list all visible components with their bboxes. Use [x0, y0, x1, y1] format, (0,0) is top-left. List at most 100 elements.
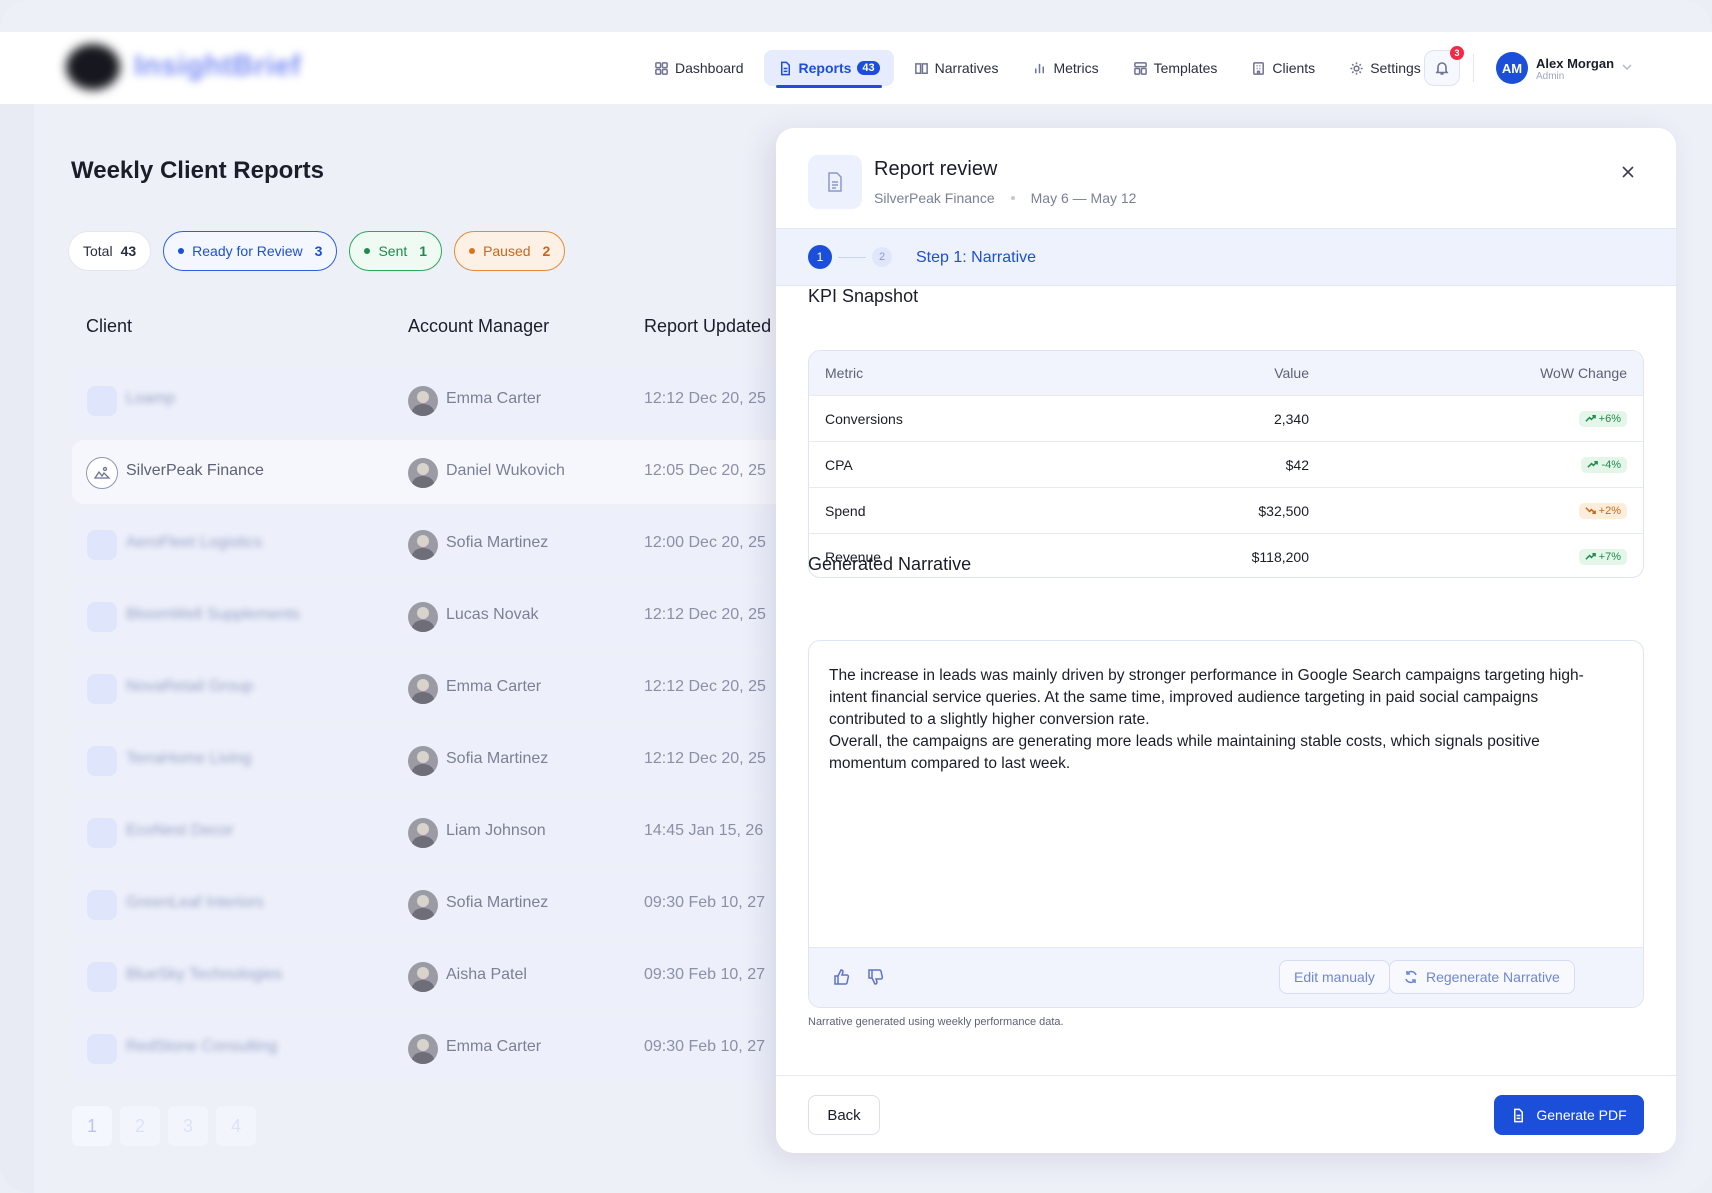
filter-total[interactable]: Total 43	[68, 231, 151, 271]
narrative-toolbar: Edit manualy Regenerate Narrative	[809, 947, 1644, 1007]
button-label: Edit manualy	[1294, 969, 1375, 985]
thumbs-down-icon[interactable]	[867, 968, 885, 986]
close-icon[interactable]	[1618, 162, 1638, 182]
table-row[interactable]: Loamp Emma Carter 12:12 Dec 20, 25	[72, 368, 792, 432]
filter-count: 1	[419, 243, 427, 259]
table-row-selected[interactable]: SilverPeak Finance Daniel Wukovich 12:05…	[72, 440, 792, 504]
kpi-header-value: Value	[1169, 365, 1309, 381]
avatar	[408, 962, 438, 992]
page-button-2[interactable]: 2	[120, 1106, 160, 1146]
trend-up-icon	[1585, 413, 1596, 424]
document-icon	[1511, 1108, 1526, 1123]
column-header-updated[interactable]: Report Updated	[644, 316, 771, 337]
manager-name: Lucas Novak	[446, 606, 539, 624]
generate-pdf-button[interactable]: Generate PDF	[1494, 1095, 1644, 1135]
notifications-button[interactable]: 3	[1424, 50, 1460, 86]
filter-count: 2	[543, 243, 551, 259]
report-review-modal: Report review SilverPeak Finance May 6 —…	[776, 128, 1676, 1153]
app-window: InsightBrief Dashboard Reports 43 Narrat…	[0, 0, 1712, 1193]
narrative-editor[interactable]: The increase in leads was mainly driven …	[808, 640, 1644, 1008]
updated-time: 12:12 Dec 20, 25	[644, 750, 766, 768]
step-1-indicator[interactable]: 1	[808, 245, 832, 269]
user-avatar[interactable]: AM	[1496, 52, 1528, 84]
updated-time: 12:00 Dec 20, 25	[644, 534, 766, 552]
trend-down-icon	[1585, 505, 1596, 516]
table-row[interactable]: AeroFleet Logistics Sofia Martinez 12:00…	[72, 512, 792, 576]
mountain-icon	[93, 464, 111, 482]
avatar	[408, 746, 438, 776]
kpi-value: 2,340	[1169, 411, 1309, 427]
change-badge: -4%	[1581, 457, 1627, 473]
thumbs-up-icon[interactable]	[833, 968, 851, 986]
narrative-text[interactable]: The increase in leads was mainly driven …	[829, 665, 1619, 775]
client-name: Loamp	[126, 390, 175, 408]
table-row[interactable]: BlueSky Technologies Aisha Patel 09:30 F…	[72, 944, 792, 1008]
filter-sent[interactable]: Sent 1	[349, 231, 442, 271]
nav-item-reports[interactable]: Reports 43	[764, 50, 894, 86]
kpi-value: $32,500	[1169, 503, 1309, 519]
manager-name: Emma Carter	[446, 390, 541, 408]
avatar	[408, 386, 438, 416]
kpi-table-header: Metric Value WoW Change	[809, 351, 1643, 395]
column-header-client[interactable]: Client	[86, 316, 132, 337]
nav-item-metrics[interactable]: Metrics	[1018, 50, 1112, 86]
nav-item-settings[interactable]: Settings	[1335, 50, 1435, 86]
page-button-1[interactable]: 1	[72, 1106, 112, 1146]
kpi-row: CPA $42 -4%	[809, 441, 1643, 487]
change-value: +6%	[1599, 413, 1621, 425]
modal-date-range: May 6 — May 12	[1031, 190, 1137, 206]
filter-ready-for-review[interactable]: Ready for Review 3	[163, 231, 337, 271]
filter-label: Total	[83, 243, 113, 259]
sidebar	[0, 104, 34, 1193]
kpi-metric: CPA	[809, 457, 1169, 473]
client-logo-placeholder	[87, 1034, 117, 1064]
nav-label: Clients	[1272, 60, 1315, 76]
client-logo-placeholder	[87, 386, 117, 416]
regenerate-narrative-button[interactable]: Regenerate Narrative	[1389, 960, 1575, 994]
table-row[interactable]: EcoNest Decor Liam Johnson 14:45 Jan 15,…	[72, 800, 792, 864]
narrative-paragraph: The increase in leads was mainly driven …	[829, 665, 1619, 731]
report-icon-tile	[808, 155, 862, 209]
table-row[interactable]: NovaRetail Group Emma Carter 12:12 Dec 2…	[72, 656, 792, 720]
step-2-indicator[interactable]: 2	[872, 247, 892, 267]
modal-subtitle: SilverPeak Finance May 6 — May 12	[874, 190, 1136, 206]
nav-item-dashboard[interactable]: Dashboard	[640, 50, 758, 86]
nav-item-clients[interactable]: Clients	[1237, 50, 1329, 86]
manager-name: Sofia Martinez	[446, 534, 548, 552]
change-badge: +7%	[1579, 549, 1627, 565]
filter-count: 3	[315, 243, 323, 259]
table-row[interactable]: GreenLeaf Interiors Sofia Martinez 09:30…	[72, 872, 792, 936]
filter-paused[interactable]: Paused 2	[454, 231, 565, 271]
chevron-down-icon[interactable]	[1620, 60, 1634, 74]
client-name: BlueSky Technologies	[126, 966, 282, 984]
logo-text: InsightBrief	[134, 50, 301, 83]
client-name: SilverPeak Finance	[126, 462, 264, 480]
change-badge: +2%	[1579, 503, 1627, 519]
avatar	[408, 818, 438, 848]
avatar	[408, 530, 438, 560]
nav-item-narratives[interactable]: Narratives	[900, 50, 1013, 86]
user-name[interactable]: Alex Morgan	[1536, 56, 1614, 71]
table-row[interactable]: TerraHome Living Sofia Martinez 12:12 De…	[72, 728, 792, 792]
narrative-section-title: Generated Narrative	[808, 554, 971, 575]
kpi-value: $118,200	[1169, 549, 1309, 565]
client-logo-placeholder	[87, 962, 117, 992]
page-button-4[interactable]: 4	[216, 1106, 256, 1146]
client-name: EcoNest Decor	[126, 822, 234, 840]
manager-name: Sofia Martinez	[446, 894, 548, 912]
client-logo-placeholder	[87, 602, 117, 632]
table-row[interactable]: BloomWell Supplements Lucas Novak 12:12 …	[72, 584, 792, 648]
page-button-3[interactable]: 3	[168, 1106, 208, 1146]
client-name: TerraHome Living	[126, 750, 251, 768]
narrative-note: Narrative generated using weekly perform…	[808, 1016, 1064, 1028]
back-button[interactable]: Back	[808, 1095, 880, 1135]
column-header-manager[interactable]: Account Manager	[408, 316, 549, 337]
nav-label: Metrics	[1053, 60, 1098, 76]
manager-name: Sofia Martinez	[446, 750, 548, 768]
nav-item-templates[interactable]: Templates	[1119, 50, 1232, 86]
table-row[interactable]: RedStone Consulting Emma Carter 09:30 Fe…	[72, 1016, 792, 1080]
edit-manually-button[interactable]: Edit manualy	[1279, 960, 1390, 994]
avatar	[408, 458, 438, 488]
notifications-badge: 3	[1450, 46, 1464, 60]
kpi-section-title: KPI Snapshot	[808, 286, 918, 307]
